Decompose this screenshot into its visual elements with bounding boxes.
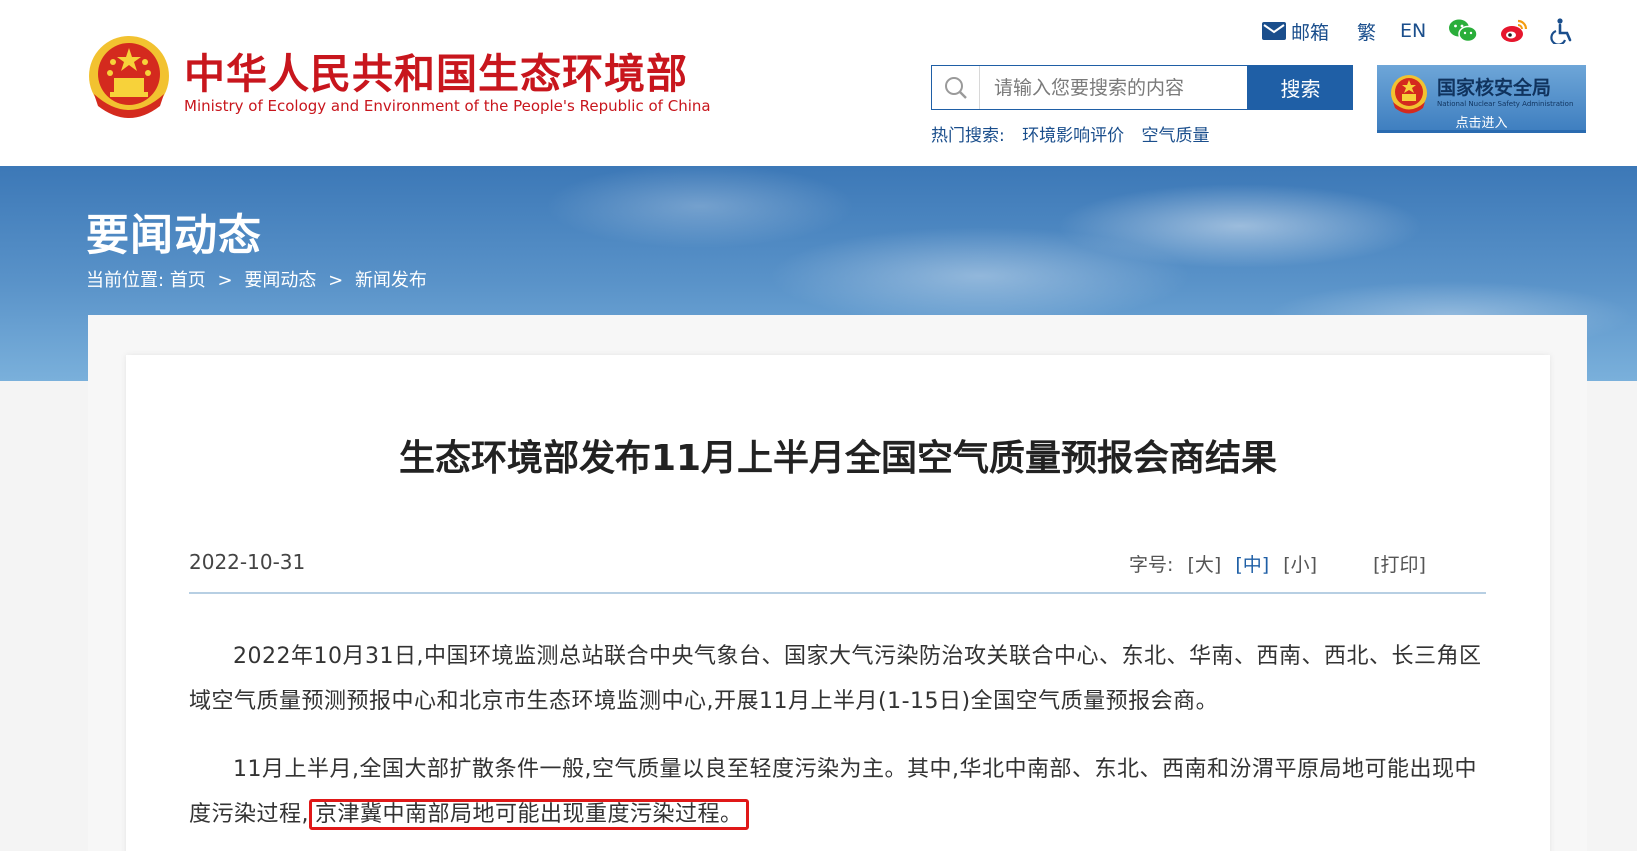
highlighted-sentence: 京津冀中南部局地可能出现重度污染过程。: [309, 799, 749, 830]
national-emblem-logo[interactable]: [86, 34, 172, 122]
hot-search-label: 热门搜索:: [931, 126, 1005, 146]
font-size-small-button[interactable]: [小]: [1283, 554, 1317, 576]
mail-label: 邮箱: [1291, 21, 1330, 44]
section-title: 要闻动态: [86, 211, 262, 261]
top-links: 邮箱 繁 EN: [1262, 16, 1574, 46]
hot-search-term[interactable]: 空气质量: [1142, 126, 1210, 146]
font-size-large-button[interactable]: [大]: [1187, 554, 1221, 576]
article-card: 生态环境部发布11月上半月全国空气质量预报会商结果 2022-10-31 字号:…: [126, 355, 1550, 851]
article-paragraph: 2022年10月31日,中国环境监测总站联合中央气象台、国家大气污染防治攻关联合…: [189, 644, 1482, 714]
print-button[interactable]: [打印]: [1373, 554, 1426, 576]
font-size-medium-button[interactable]: [中]: [1235, 554, 1269, 576]
mail-link[interactable]: 邮箱: [1262, 18, 1329, 45]
site-header: 中华人民共和国生态环境部 Ministry of Ecology and Env…: [0, 0, 1637, 166]
weibo-icon[interactable]: [1500, 19, 1528, 43]
breadcrumb-label: 当前位置:: [86, 270, 165, 291]
english-link[interactable]: EN: [1400, 20, 1426, 42]
breadcrumb-news[interactable]: 要闻动态: [244, 270, 316, 291]
traditional-chinese-link[interactable]: 繁: [1357, 18, 1376, 45]
nnsa-name-cn: 国家核安全局: [1437, 77, 1552, 99]
ministry-name-cn[interactable]: 中华人民共和国生态环境部: [184, 40, 688, 100]
hot-search-term[interactable]: 环境影响评价: [1022, 126, 1124, 146]
accessibility-icon[interactable]: [1550, 18, 1574, 44]
article-paragraph: 11月上半月,全国大部扩散条件一般,空气质量以良至轻度污染为主。其中,华北中南部…: [189, 747, 1486, 837]
nnsa-banner-link[interactable]: 国家核安全局 National Nuclear Safety Administr…: [1377, 65, 1586, 133]
font-size-label: 字号:: [1129, 554, 1174, 576]
search-button[interactable]: 搜索: [1248, 65, 1353, 110]
national-emblem-icon: [1389, 73, 1429, 117]
font-size-controls: 字号: [大] [中] [小] [打印]: [1129, 550, 1426, 577]
article-title: 生态环境部发布11月上半月全国空气质量预报会商结果: [398, 438, 1278, 479]
breadcrumb: 当前位置: 首页 > 要闻动态 > 新闻发布: [86, 266, 427, 292]
search-icon[interactable]: [932, 66, 980, 109]
breadcrumb-separator: >: [217, 270, 233, 291]
header-divider: [189, 592, 1486, 594]
breadcrumb-separator: >: [328, 270, 344, 291]
ministry-name-en[interactable]: Ministry of Ecology and Environment of t…: [184, 97, 711, 115]
nnsa-enter-label: 点击进入: [1455, 116, 1508, 131]
mail-icon: [1262, 22, 1286, 40]
wechat-icon[interactable]: [1448, 18, 1478, 44]
breadcrumb-current[interactable]: 新闻发布: [355, 270, 427, 291]
breadcrumb-home[interactable]: 首页: [170, 270, 206, 291]
search-input[interactable]: [980, 67, 1240, 108]
nnsa-name-en: National Nuclear Safety Administration: [1437, 100, 1574, 108]
search-box: [931, 65, 1248, 110]
publish-date: 2022-10-31: [189, 550, 306, 574]
hot-search: 热门搜索: 环境影响评价 空气质量: [931, 121, 1210, 146]
